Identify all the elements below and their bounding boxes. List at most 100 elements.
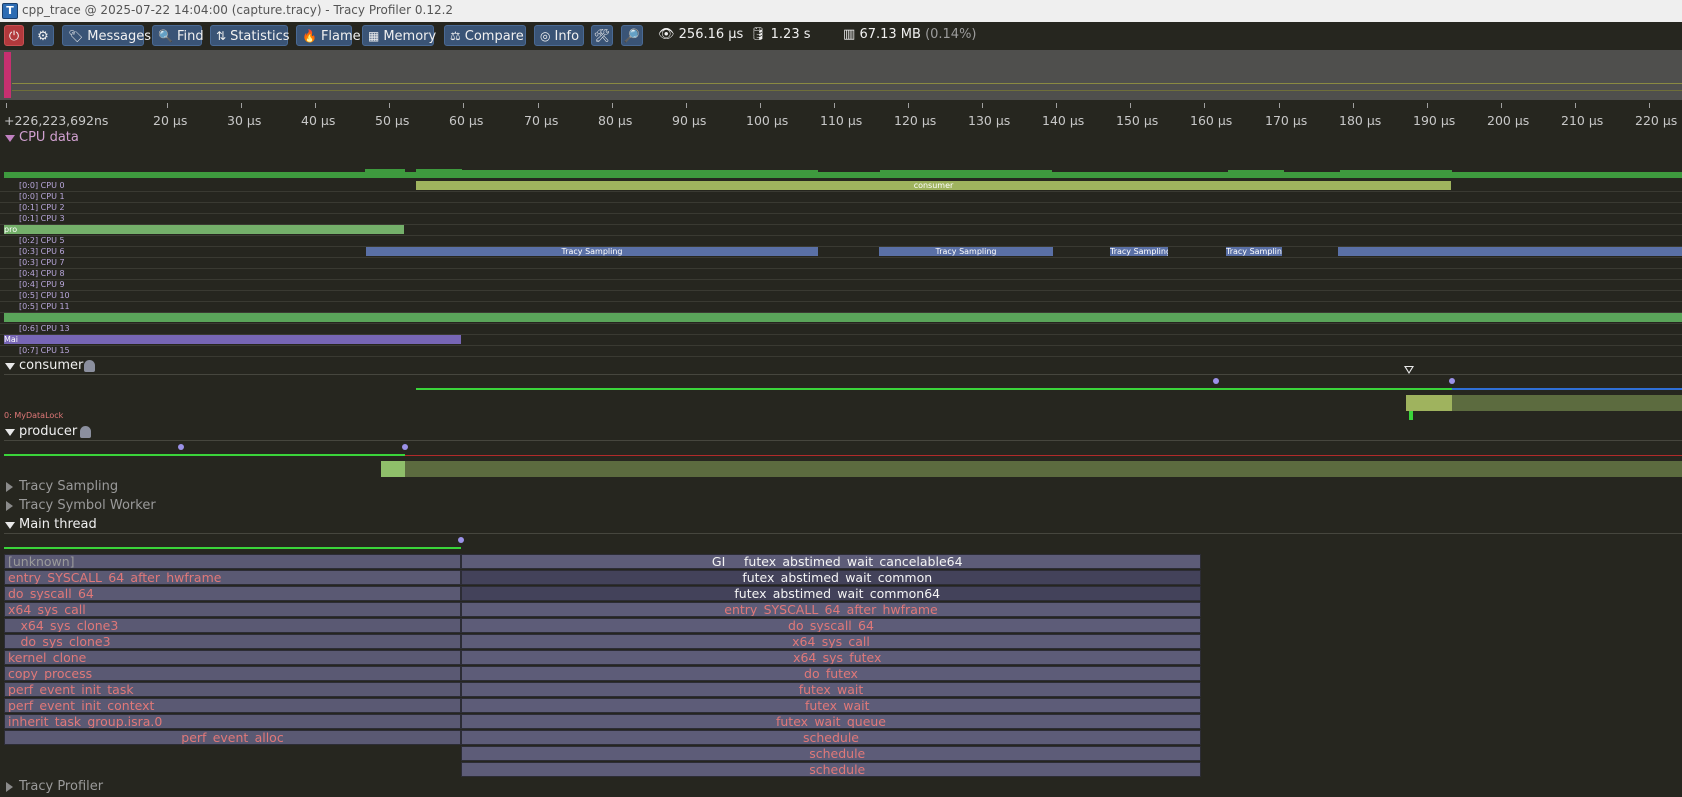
statistics-label: Statistics <box>230 29 290 44</box>
zone-bar[interactable] <box>381 461 405 477</box>
compare-button[interactable]: ⚖ Compare <box>444 25 526 46</box>
thread-separator <box>4 533 1682 534</box>
cpu-row-label: [0:5] CPU 11 <box>19 302 70 311</box>
total-time-value: 1.23 s <box>770 27 811 42</box>
cpu-bar-consumer[interactable]: consumer <box>416 181 1451 190</box>
zone-bar[interactable]: copy_process <box>4 666 461 681</box>
flame-label: Flame <box>320 29 361 44</box>
cpu-bar-tracy-sampling[interactable] <box>1338 247 1682 256</box>
ruler-tick-label: 70 μs <box>524 113 559 128</box>
tools-button[interactable]: 🛠 <box>591 25 613 46</box>
zone-bar[interactable]: futex_wait_queue <box>461 714 1201 729</box>
zone-bar[interactable]: perf_event_alloc <box>4 730 461 745</box>
cpu-bar-producer[interactable]: pro <box>4 225 404 234</box>
ruler-tick <box>167 103 168 108</box>
cpu-bar-main-label: Mai <box>4 335 19 344</box>
context-switch-dot[interactable] <box>1449 378 1455 384</box>
zone-bar[interactable]: schedule <box>461 730 1201 745</box>
messages-button[interactable]: 🏷 Messages <box>62 25 151 46</box>
context-switch-dot[interactable] <box>458 537 464 543</box>
cpu-bar-main-thread[interactable]: Mai <box>4 335 461 344</box>
zone-bar[interactable]: __do_sys_clone3 <box>4 634 461 649</box>
memory-usage-value: 67.13 MB <box>859 27 921 42</box>
cpu-bar-tracy-sampling[interactable]: Tracy Sampling <box>366 247 818 256</box>
zone-bar[interactable]: do_syscall_64 <box>4 586 461 601</box>
cpu-bar-tracy-sampling[interactable]: Tracy Sampling <box>1110 247 1168 256</box>
memory-button[interactable]: ▦ Memory <box>362 25 436 46</box>
zone-bar[interactable]: kernel_clone <box>4 650 461 665</box>
lock-label[interactable]: 0: MyDataLock <box>4 411 63 420</box>
cpu-data-label: CPU data <box>19 130 79 145</box>
frame-marker[interactable] <box>4 52 11 98</box>
zone-bar[interactable]: perf_event_init_task <box>4 682 461 697</box>
statistics-button[interactable]: ⇅ Statistics <box>210 25 290 46</box>
ruler-tick <box>1575 103 1576 108</box>
zone-bar[interactable]: perf_event_init_context <box>4 698 461 713</box>
ruler-tick <box>241 103 242 108</box>
cpu-row-label: [0:3] CPU 6 <box>19 247 65 256</box>
thread-name: Tracy Sampling <box>19 479 119 494</box>
ruler-tick-label: 210 μs <box>1561 113 1604 128</box>
ghost-icon[interactable] <box>80 426 91 438</box>
view-time-stat: 👁 256.16 μs <box>658 27 743 42</box>
frame-overview[interactable] <box>0 50 1682 100</box>
power-button[interactable]: ⏻ <box>4 25 24 46</box>
zone-bar[interactable]: __x64_sys_futex <box>461 650 1201 665</box>
cpu-row-label: [0:3] CPU 7 <box>19 258 65 267</box>
zone-bar[interactable]: __schedule <box>461 746 1201 761</box>
zoom-button[interactable]: 🔎 <box>621 25 643 46</box>
collapse-triangle-icon <box>6 501 13 511</box>
info-button[interactable]: ◎ Info <box>534 25 584 46</box>
zone-bar[interactable]: do_syscall_64 <box>461 618 1201 633</box>
zone-bar[interactable]: [unknown] <box>4 554 461 569</box>
zone-bar[interactable]: x64_sys_call <box>4 602 461 617</box>
ruler-tick <box>834 103 835 108</box>
zone-bar[interactable]: entry_SYSCALL_64_after_hwframe <box>4 570 461 585</box>
context-switch-dot[interactable] <box>1213 378 1219 384</box>
context-switch-dot[interactable] <box>178 444 184 450</box>
thread-name: Tracy Symbol Worker <box>19 498 156 513</box>
ruler-tick-label: 160 μs <box>1190 113 1233 128</box>
cpu-bar-tracy-sampling[interactable]: Tracy Sampling <box>879 247 1053 256</box>
zone-bar[interactable]: entry_SYSCALL_64_after_hwframe <box>461 602 1201 617</box>
screwdriver-wrench-icon: 🛠 <box>593 29 611 44</box>
zone-bar[interactable]: inherit_task_group.isra.0 <box>4 714 461 729</box>
ruler-tick-label: 140 μs <box>1042 113 1085 128</box>
zone-bar[interactable]: x64_sys_call <box>461 634 1201 649</box>
ruler-tick-label: 50 μs <box>375 113 410 128</box>
collapse-triangle-icon <box>6 782 13 792</box>
find-button[interactable]: 🔍 Find <box>152 25 204 46</box>
time-ruler[interactable]: +226,223,692ns 20 μs 30 μs 40 μs 50 μs 60 μs… <box>0 100 1682 130</box>
cpu-row[interactable]: [0:7] CPU 15 <box>0 345 1682 357</box>
cpu-row-label: [0:0] CPU 1 <box>19 192 65 201</box>
settings-button[interactable]: ⚙ <box>32 25 54 46</box>
thread-waiting-line <box>405 455 1682 456</box>
zone-bar[interactable]: __x64_sys_clone3 <box>4 618 461 633</box>
info-label: Info <box>554 29 580 44</box>
context-switch-dot[interactable] <box>402 444 408 450</box>
cpu-bar-tracy-sampling[interactable]: Tracy Sampling <box>1226 247 1282 256</box>
window-titlebar: T cpp_trace @ 2025-07-22 14:04:00 (captu… <box>0 0 1682 22</box>
zone-bar[interactable]: futex_wait <box>461 682 1201 697</box>
flame-button[interactable]: 🔥 Flame <box>296 25 361 46</box>
zone-bar[interactable]: __GI___futex_abstimed_wait_cancelable64 <box>461 554 1201 569</box>
zone-bar[interactable]: __futex_wait <box>461 698 1201 713</box>
ruler-tick <box>686 103 687 108</box>
lock-zone[interactable] <box>1406 395 1452 411</box>
tag-icon: 🏷 <box>68 29 84 43</box>
zone-bar[interactable] <box>405 461 1682 477</box>
cpu-row-label: [0:1] CPU 3 <box>19 214 65 223</box>
lock-zone[interactable] <box>1452 395 1682 411</box>
cpu-bar-busy[interactable] <box>4 313 1682 322</box>
ruler-tick-label: 220 μs <box>1635 113 1678 128</box>
zone-bar[interactable]: __futex_abstimed_wait_common64 <box>461 586 1201 601</box>
zone-bar[interactable]: __futex_abstimed_wait_common <box>461 570 1201 585</box>
ghost-icon[interactable] <box>84 360 95 372</box>
thread-running-line <box>4 454 405 456</box>
zone-bar[interactable]: __schedule <box>461 762 1201 777</box>
ruler-tick-label: 130 μs <box>968 113 1011 128</box>
window-title: cpp_trace @ 2025-07-22 14:04:00 (capture… <box>22 3 454 17</box>
expand-triangle-icon <box>5 522 15 529</box>
total-time-stat: 🛢 1.23 s <box>750 27 811 42</box>
zone-bar[interactable]: do_futex <box>461 666 1201 681</box>
